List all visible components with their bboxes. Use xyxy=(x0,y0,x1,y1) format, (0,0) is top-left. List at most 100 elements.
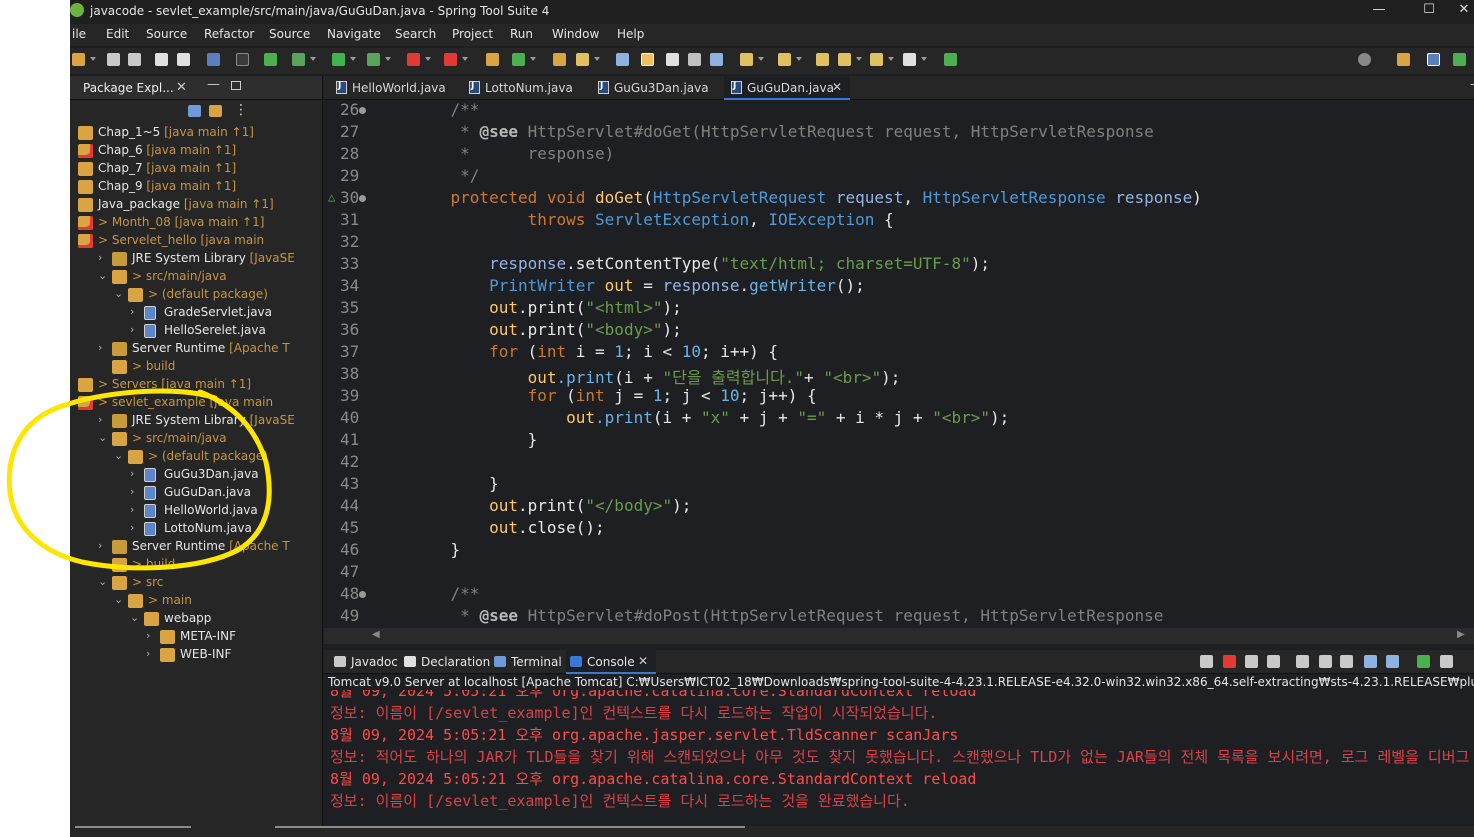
tree-item[interactable]: › Server Runtime [Apache T xyxy=(70,340,322,358)
chevron-down-icon[interactable]: ⌄ xyxy=(98,269,108,282)
code-line[interactable]: 45 out.close(); xyxy=(324,518,1474,540)
chevron-down-icon[interactable]: ⌄ xyxy=(114,287,124,300)
fold-marker-icon[interactable] xyxy=(359,107,366,114)
chevron-right-icon[interactable]: › xyxy=(130,503,140,516)
search-toolbar-icon[interactable] xyxy=(616,53,629,66)
tab-console[interactable]: Console ✕ xyxy=(566,650,656,674)
tree-item[interactable]: Chap_7 [java main ↑1] xyxy=(70,160,322,178)
code-line[interactable]: 33 response.setContentType("text/html; c… xyxy=(324,254,1474,276)
external-tools-dropdown-icon[interactable] xyxy=(462,57,468,61)
chevron-down-icon[interactable]: ⌄ xyxy=(130,611,140,624)
code-line[interactable]: 40 out.print(i + "x" + j + "=" + i * j +… xyxy=(324,408,1474,430)
menu-refactor[interactable]: Refactor xyxy=(204,27,254,41)
boot-dashboard-icon[interactable] xyxy=(264,53,277,66)
code-line[interactable]: 28 * response) xyxy=(324,144,1474,166)
tree-item[interactable]: › HelloSerelet.java xyxy=(70,322,322,340)
previous-annotation-dropdown-icon[interactable] xyxy=(796,57,802,61)
package-explorer-tab[interactable]: Package Expl... ✕ — xyxy=(70,76,322,100)
back-dropdown-icon[interactable] xyxy=(856,57,862,61)
menu-navigate[interactable]: Navigate xyxy=(327,27,381,41)
tree-item[interactable]: › HelloWorld.java xyxy=(70,502,322,520)
chevron-right-icon[interactable]: › xyxy=(130,485,140,498)
tree-item[interactable]: Chap_1~5 [java main ↑1] xyxy=(70,124,322,142)
tree-item[interactable]: › META-INF xyxy=(70,628,322,646)
remove-launch-icon[interactable] xyxy=(1245,655,1258,668)
chevron-right-icon[interactable]: › xyxy=(130,323,140,336)
code-editor[interactable]: 26 /** 27 * @see HttpServlet#doGet(HttpSe… xyxy=(324,100,1474,630)
tree-item[interactable]: > build xyxy=(70,358,322,376)
open-perspective-icon[interactable] xyxy=(1397,53,1410,66)
code-line[interactable]: 43 } xyxy=(324,474,1474,496)
close-tab-icon[interactable]: ✕ xyxy=(638,654,648,668)
skip-breakpoints-icon[interactable] xyxy=(236,53,249,66)
java-perspective-icon[interactable] xyxy=(1427,53,1440,66)
minimize-button[interactable]: — xyxy=(1359,2,1399,17)
chevron-right-icon[interactable]: › xyxy=(130,521,140,534)
tab-declaration[interactable]: Declaration xyxy=(404,650,490,674)
tree-item[interactable]: > Servelet_hello [java main xyxy=(70,232,322,250)
toggle-mark-occurrences-icon[interactable] xyxy=(641,53,654,66)
tree-item[interactable]: › GuGuDan.java xyxy=(70,484,322,502)
new-class-dropdown-icon[interactable] xyxy=(530,57,536,61)
code-line[interactable]: 36 out.print("<body>"); xyxy=(324,320,1474,342)
fold-marker-icon[interactable] xyxy=(359,195,366,202)
stop-dropdown-icon[interactable] xyxy=(425,57,431,61)
new-package-icon[interactable] xyxy=(486,53,499,66)
display-console-icon[interactable] xyxy=(1440,655,1453,668)
code-line[interactable]: 46 } xyxy=(324,540,1474,562)
code-line[interactable]: 47 xyxy=(324,562,1474,584)
tree-item[interactable]: > sevlet_example [java main xyxy=(70,394,322,412)
menu-run[interactable]: Run xyxy=(510,27,533,41)
clear-console-icon[interactable] xyxy=(1296,655,1309,668)
save-icon[interactable] xyxy=(107,53,120,66)
coverage-icon[interactable] xyxy=(367,53,380,66)
menu-window[interactable]: Window xyxy=(552,27,599,41)
code-line[interactable]: 31 throws ServletException, IOException … xyxy=(324,210,1474,232)
menu-help[interactable]: Help xyxy=(617,27,644,41)
menu-search[interactable]: Search xyxy=(395,27,436,41)
chevron-right-icon[interactable]: › xyxy=(130,305,140,318)
next-annotation-icon[interactable] xyxy=(740,53,753,66)
tab-gugudan-java[interactable]: J GuGuDan.java ✕ xyxy=(724,76,850,100)
chevron-right-icon[interactable]: › xyxy=(98,341,108,354)
last-edit-location-icon[interactable] xyxy=(816,53,829,66)
terminate-icon[interactable] xyxy=(1223,655,1236,668)
maximize-button[interactable]: ☐ xyxy=(1409,2,1449,17)
chevron-right-icon[interactable]: › xyxy=(146,647,156,660)
fold-marker-icon[interactable] xyxy=(359,591,366,598)
console-output[interactable]: 8월 09, 2024 5:05:21 오후 org.apache.catali… xyxy=(324,690,1474,818)
tree-item[interactable]: > build xyxy=(70,556,322,574)
code-line[interactable]: 38 out.print(i + "단을 출력합니다."+ "<br>"); xyxy=(324,364,1474,387)
tree-item[interactable]: › Server Runtime [Apache T xyxy=(70,538,322,556)
redo-icon[interactable] xyxy=(177,53,190,66)
chevron-down-icon[interactable]: ⌄ xyxy=(98,431,108,444)
tree-item[interactable]: › JRE System Library [JavaSE xyxy=(70,412,322,430)
chevron-right-icon[interactable]: › xyxy=(98,251,108,264)
pin-console-icon[interactable] xyxy=(1417,655,1430,668)
external-tools-icon[interactable] xyxy=(444,53,457,66)
debug-dropdown-icon[interactable] xyxy=(310,57,316,61)
menu-file[interactable]: ile xyxy=(72,27,86,41)
tree-item[interactable]: ⌄ > (default package) xyxy=(70,448,322,466)
show-stdout-icon[interactable] xyxy=(1364,655,1377,668)
tree-item[interactable]: › WEB-INF xyxy=(70,646,322,664)
previous-annotation-icon[interactable] xyxy=(778,53,791,66)
tree-item[interactable]: ⌄ > main xyxy=(70,592,322,610)
tree-item[interactable]: › JRE System Library [JavaSE xyxy=(70,250,322,268)
arrow-left-dropdown-icon[interactable] xyxy=(888,57,894,61)
minimize-editor-icon[interactable]: — xyxy=(1470,77,1474,92)
save-all-icon[interactable] xyxy=(128,53,141,66)
view-menu-icon[interactable]: ⋮ xyxy=(234,102,248,118)
search-icon[interactable] xyxy=(1358,53,1371,66)
terminal-icon[interactable] xyxy=(207,53,220,66)
run-dropdown-icon[interactable] xyxy=(350,57,356,61)
open-task-dropdown-icon[interactable] xyxy=(594,57,600,61)
undo-icon[interactable] xyxy=(155,53,168,66)
code-line[interactable]: 27 * @see HttpServlet#doGet(HttpServletR… xyxy=(324,122,1474,144)
coverage-dropdown-icon[interactable] xyxy=(385,57,391,61)
pilcrow-icon[interactable] xyxy=(710,53,723,66)
tree-item[interactable]: > Month_08 [java main ↑1] xyxy=(70,214,322,232)
new-icon[interactable] xyxy=(72,53,85,66)
back-icon[interactable] xyxy=(838,53,851,66)
chevron-down-icon[interactable]: ⌄ xyxy=(98,575,108,588)
